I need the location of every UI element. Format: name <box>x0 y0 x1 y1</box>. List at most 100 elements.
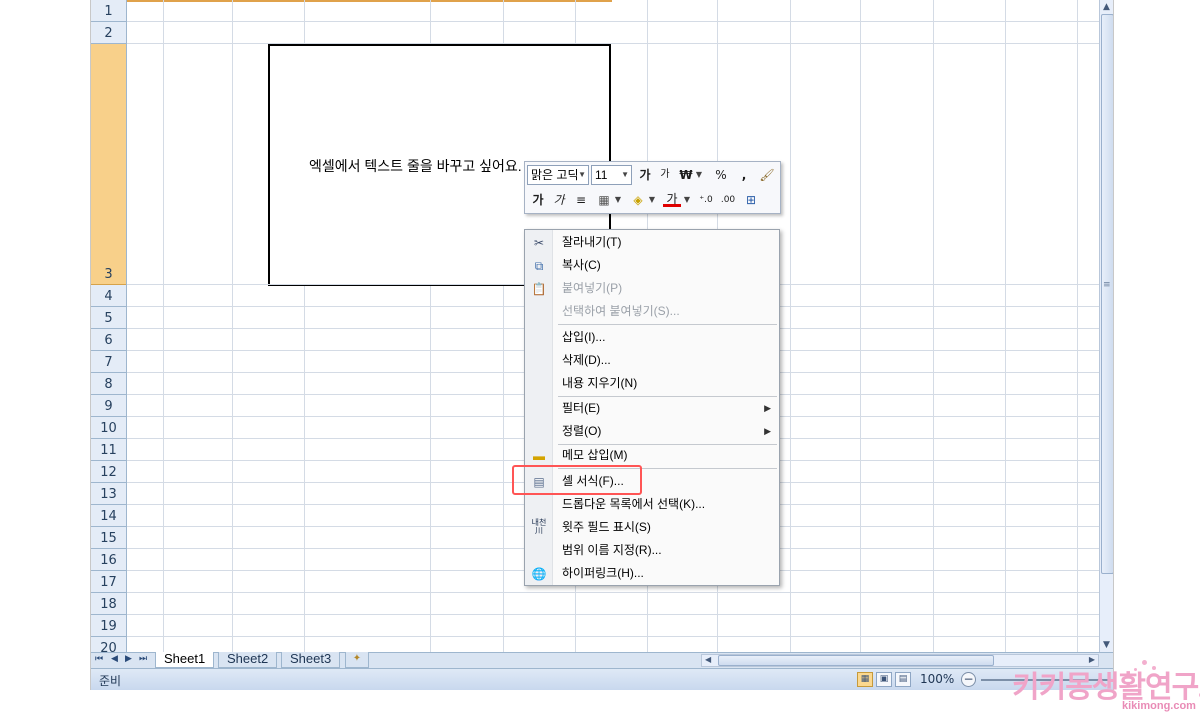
decrease-decimal-icon[interactable]: .00 <box>719 191 737 209</box>
menu-item-copy[interactable]: ⧉ 복사(C) <box>525 254 779 277</box>
sheet-tabs-bar: ⏮ ◀ ▶ ⏭ Sheet1 Sheet2 Sheet3 ✦ ◀ ▶ <box>91 652 1113 668</box>
insert-comment-icon: ▬ <box>533 449 545 463</box>
row-gridline <box>127 636 1099 637</box>
chevron-down-icon[interactable]: ▼ <box>578 166 586 184</box>
menu-item-pick-from-dropdown[interactable]: 드롭다운 목록에서 선택(K)... <box>525 493 779 516</box>
menu-separator <box>558 324 777 325</box>
font-size-value: 11 <box>595 168 608 182</box>
vertical-scroll-thumb[interactable] <box>1101 14 1113 574</box>
percent-button[interactable]: % <box>712 166 730 184</box>
row-header-5[interactable]: 5 <box>91 307 126 329</box>
menu-item-define-name[interactable]: 범위 이름 지정(R)... <box>525 539 779 562</box>
row-header-10[interactable]: 10 <box>91 417 126 439</box>
row-header-4[interactable]: 4 <box>91 285 126 307</box>
column-gridline <box>163 0 164 652</box>
submenu-arrow-icon: ▶ <box>764 403 771 413</box>
font-name-combo[interactable]: 맑은 고딕 ▼ <box>527 165 589 185</box>
screen: 1 2 3 4 5 6 7 8 9 10 11 12 13 14 15 16 17 18 19 20 엑셀에서 텍스트… <box>0 0 1200 720</box>
horizontal-scroll-thumb[interactable] <box>718 655 994 666</box>
watermark-url: kikimong.com <box>1122 700 1196 712</box>
row-header-20[interactable]: 20 <box>91 637 126 652</box>
tab-sheet2[interactable]: Sheet2 <box>218 652 278 668</box>
page-layout-view-icon[interactable]: ▣ <box>876 672 892 687</box>
increase-decimal-icon[interactable]: ⁺.0 <box>697 191 715 209</box>
menu-item-insert-comment[interactable]: ▬ 메모 삽입(M) <box>525 444 779 467</box>
italic-button[interactable]: 가 <box>550 191 568 209</box>
vertical-scrollbar[interactable]: ▲ ≡ ▼ <box>1099 0 1113 652</box>
mini-toolbar: 맑은 고딕 ▼ 11 ▼ 가 가 ₩ ▼ % , 🖌 가 가 ≡ ▦ ▼ ◈ ▼… <box>524 161 781 214</box>
currency-button[interactable]: ₩ <box>677 166 695 184</box>
menu-item-cut[interactable]: ✂ 잘라내기(T) <box>525 231 779 254</box>
font-color-button[interactable]: 가 <box>663 191 681 207</box>
column-gridline <box>933 0 934 652</box>
chevron-down-icon[interactable]: ▼ <box>648 191 656 209</box>
row-header-13[interactable]: 13 <box>91 483 126 505</box>
row-header-16[interactable]: 16 <box>91 549 126 571</box>
row-header-19[interactable]: 19 <box>91 615 126 637</box>
column-gridline <box>232 0 233 652</box>
row-header-1[interactable]: 1 <box>91 0 126 22</box>
row-header-12[interactable]: 12 <box>91 461 126 483</box>
tab-sheet1[interactable]: Sheet1 <box>155 652 215 668</box>
insert-sheet-icon[interactable]: ✦ <box>345 652 369 668</box>
row-header-15[interactable]: 15 <box>91 527 126 549</box>
zoom-out-icon[interactable]: − <box>961 672 976 687</box>
menu-item-paste[interactable]: 📋 붙여넣기(P) <box>525 277 779 300</box>
scroll-left-icon[interactable]: ◀ <box>705 655 711 664</box>
status-ready: 준비 <box>99 674 122 688</box>
chevron-down-icon[interactable]: ▼ <box>621 166 629 184</box>
column-gridline <box>790 0 791 652</box>
row-header-17[interactable]: 17 <box>91 571 126 593</box>
bold-button[interactable]: 가 <box>529 191 547 209</box>
row-header-7[interactable]: 7 <box>91 351 126 373</box>
font-name-value: 맑은 고딕 <box>531 168 579 182</box>
merge-center-icon[interactable]: ⊞ <box>742 191 760 209</box>
first-sheet-icon[interactable]: ⏮ <box>95 654 103 664</box>
zoom-level[interactable]: 100% <box>920 672 954 686</box>
row-gridline <box>127 592 1099 593</box>
row-header-3[interactable]: 3 <box>91 44 126 285</box>
row-header-11[interactable]: 11 <box>91 439 126 461</box>
column-gridline <box>860 0 861 652</box>
fill-color-icon[interactable]: ◈ <box>629 191 647 209</box>
row-header-14[interactable]: 14 <box>91 505 126 527</box>
hyperlink-icon: 🌐 <box>531 567 547 581</box>
menu-item-sort[interactable]: 정렬(O) ▶ <box>525 420 779 443</box>
status-bar: 준비 ▦ ▣ ▤ 100% − <box>91 668 1113 690</box>
format-painter-icon[interactable]: 🖌 <box>758 166 776 184</box>
scroll-down-icon[interactable]: ▼ <box>1103 640 1110 650</box>
comma-button[interactable]: , <box>735 166 753 184</box>
menu-item-insert[interactable]: 삽입(I)... <box>525 326 779 349</box>
chevron-down-icon[interactable]: ▼ <box>683 191 691 209</box>
menu-item-delete[interactable]: 삭제(D)... <box>525 349 779 372</box>
page-break-view-icon[interactable]: ▤ <box>895 672 911 687</box>
phonetic-guide-icon: 내천 川 <box>531 518 547 535</box>
tab-sheet3[interactable]: Sheet3 <box>281 652 341 668</box>
menu-item-hyperlink[interactable]: 🌐 하이퍼링크(H)... <box>525 562 779 585</box>
scroll-up-icon[interactable]: ▲ <box>1103 2 1110 12</box>
menu-item-clear-contents[interactable]: 내용 지우기(N) <box>525 372 779 395</box>
prev-sheet-icon[interactable]: ◀ <box>111 654 118 664</box>
watermark-logo: 키키몽생활연구소 kikimong.com <box>1012 660 1200 718</box>
next-sheet-icon[interactable]: ▶ <box>125 654 132 664</box>
row-header-6[interactable]: 6 <box>91 329 126 351</box>
cell-text: 엑셀에서 텍스트 줄을 바꾸고 싶어요. <box>309 158 522 174</box>
column-gridline <box>1005 0 1006 652</box>
row-header-9[interactable]: 9 <box>91 395 126 417</box>
row-header-18[interactable]: 18 <box>91 593 126 615</box>
chevron-down-icon[interactable]: ▼ <box>695 166 703 184</box>
menu-item-paste-special[interactable]: 선택하여 붙여넣기(S)... <box>525 300 779 323</box>
menu-item-filter[interactable]: 필터(E) ▶ <box>525 397 779 420</box>
format-cells-highlight <box>512 465 642 495</box>
borders-icon[interactable]: ▦ <box>595 191 613 209</box>
font-size-combo[interactable]: 11 ▼ <box>591 165 632 185</box>
shrink-font-button[interactable]: 가 <box>656 166 674 184</box>
row-header-8[interactable]: 8 <box>91 373 126 395</box>
center-align-icon[interactable]: ≡ <box>572 191 590 209</box>
row-header-2[interactable]: 2 <box>91 22 126 44</box>
chevron-down-icon[interactable]: ▼ <box>614 191 622 209</box>
grow-font-button[interactable]: 가 <box>636 166 654 184</box>
last-sheet-icon[interactable]: ⏭ <box>139 654 147 664</box>
menu-item-show-phonetic[interactable]: 내천 川 윗주 필드 표시(S) <box>525 516 779 539</box>
normal-view-icon[interactable]: ▦ <box>857 672 873 687</box>
